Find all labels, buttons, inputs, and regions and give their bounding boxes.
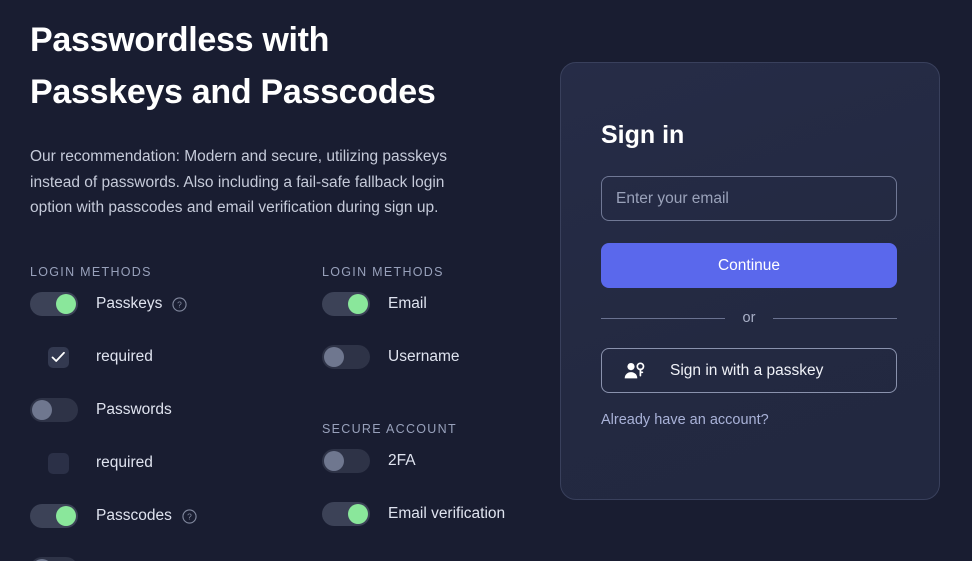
setting-row-passkeys-required[interactable]: required <box>30 344 322 370</box>
setting-row-email[interactable]: Email <box>322 291 530 317</box>
setting-label-email: Email <box>388 295 427 312</box>
toggle-knob <box>348 504 368 524</box>
setting-row-passkeys[interactable]: Passkeys ? <box>30 291 322 317</box>
toggle-passwords[interactable] <box>30 398 78 422</box>
setting-row-2fa[interactable]: 2FA <box>322 448 530 474</box>
group-title-login-methods: LOGIN METHODS <box>30 265 152 279</box>
email-input[interactable] <box>601 176 897 221</box>
or-divider: or <box>601 310 897 326</box>
setting-label-username: Username <box>388 348 460 365</box>
setting-row-passwords-required[interactable]: required <box>30 450 322 476</box>
question-circle-icon[interactable]: ? <box>172 296 187 312</box>
divider-line-right <box>773 317 897 319</box>
settings-grid: LOGIN METHODS Passkeys ? required Passwo… <box>30 265 530 561</box>
person-key-icon <box>624 361 645 378</box>
continue-button[interactable]: Continue <box>601 243 897 288</box>
setting-label-email-verification: Email verification <box>388 505 506 522</box>
question-circle-icon[interactable]: ? <box>182 508 197 524</box>
setting-label-passkeys: Passkeys <box>96 295 163 312</box>
toggle-knob <box>56 506 76 526</box>
toggle-2fa[interactable] <box>322 449 370 473</box>
signin-with-passkey-button[interactable]: Sign in with a passkey <box>601 348 897 393</box>
setting-label-passwords-required: required <box>96 454 153 471</box>
signin-title: Sign in <box>601 121 685 149</box>
headline-line-2: Passkeys and Passcodes <box>30 73 436 111</box>
setting-label-2fa: 2FA <box>388 452 416 469</box>
toggle-email[interactable] <box>322 292 370 316</box>
group-title-secure-account: SECURE ACCOUNT <box>322 422 457 436</box>
check-icon <box>51 351 65 362</box>
signin-card: Sign in Continue or Sign in with a passk… <box>560 62 940 500</box>
toggle-knob <box>348 294 368 314</box>
toggle-knob <box>32 400 52 420</box>
group-title-login-methods-2: LOGIN METHODS <box>322 265 444 279</box>
page-title: Passwordless with Passkeys and Passcodes <box>30 14 530 118</box>
checkbox-passwords-required[interactable] <box>48 452 69 474</box>
toggle-knob <box>324 347 344 367</box>
setting-row-passcodes[interactable]: Passcodes ? <box>30 503 322 529</box>
hero-description: Our recommendation: Modern and secure, u… <box>30 148 447 216</box>
toggle-oauth-login[interactable] <box>30 557 78 561</box>
setting-label-passwords: Passwords <box>96 401 172 418</box>
checkbox-passkeys-required[interactable] <box>48 346 69 368</box>
setting-row-username[interactable]: Username <box>322 344 530 370</box>
setting-row-passwords[interactable]: Passwords <box>30 397 322 423</box>
toggle-passkeys[interactable] <box>30 292 78 316</box>
divider-line-left <box>601 317 725 319</box>
toggle-username[interactable] <box>322 345 370 369</box>
settings-column-login-methods: LOGIN METHODS Passkeys ? required Passwo… <box>30 265 322 561</box>
already-have-account-link[interactable]: Already have an account? <box>601 412 769 428</box>
toggle-knob <box>324 451 344 471</box>
svg-text:?: ? <box>187 511 192 521</box>
setting-label-passkeys-required: required <box>96 348 153 365</box>
toggle-knob <box>56 294 76 314</box>
headline-line-1: Passwordless with <box>30 21 330 59</box>
toggle-passcodes[interactable] <box>30 504 78 528</box>
setting-label-passcodes: Passcodes <box>96 507 172 524</box>
toggle-email-verification[interactable] <box>322 502 370 526</box>
settings-column-secure-account: LOGIN METHODS Email Username SECURE ACCO… <box>322 265 530 561</box>
divider-label: or <box>742 310 756 326</box>
setting-row-oauth-login[interactable]: OAuth Login ? <box>30 556 322 561</box>
svg-text:?: ? <box>178 299 183 309</box>
signin-with-passkey-label: Sign in with a passkey <box>670 361 824 379</box>
setting-row-email-verification[interactable]: Email verification <box>322 501 530 527</box>
